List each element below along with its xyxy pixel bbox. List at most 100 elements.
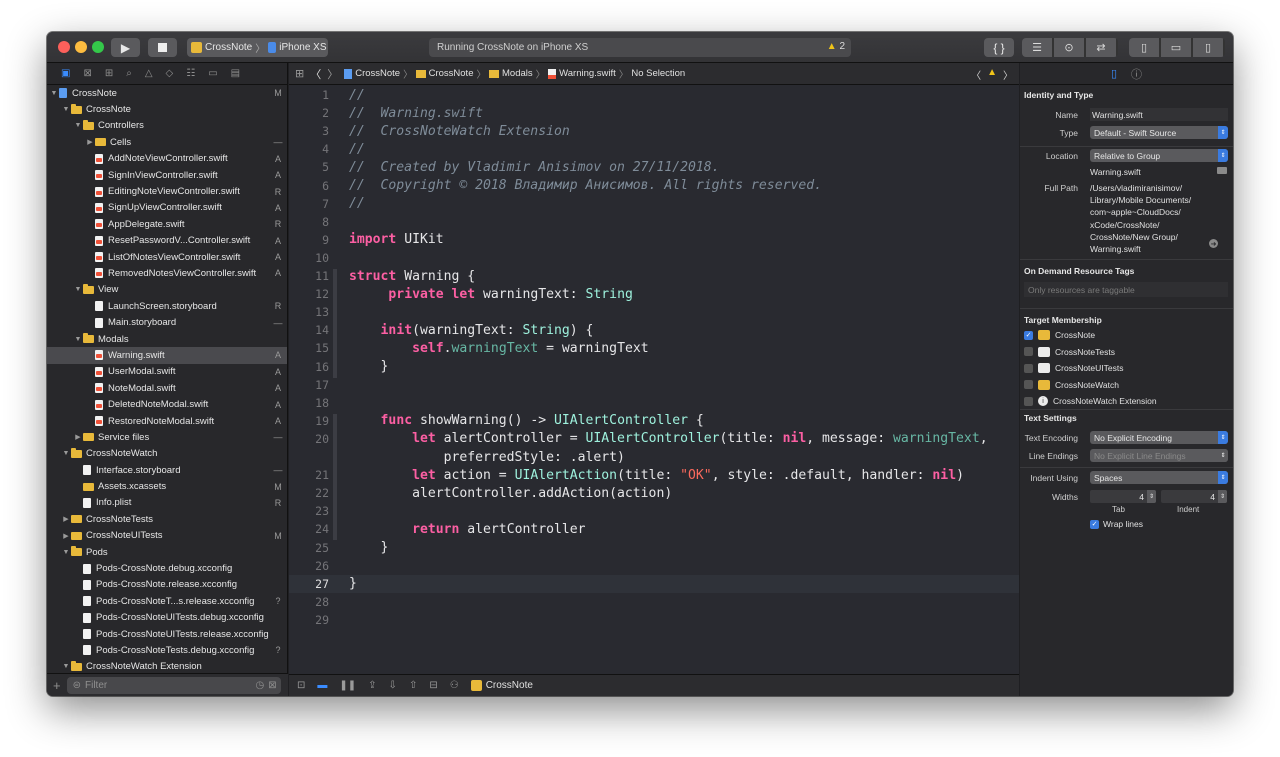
console-icon[interactable]: ⊡ — [297, 680, 305, 691]
code-line[interactable]: 26 — [289, 557, 1019, 575]
line-number[interactable]: 21 — [289, 468, 329, 482]
code-line[interactable]: 9 import UIKit — [289, 231, 1019, 249]
tree-file-row[interactable]: ListOfNotesViewController.swift A — [47, 249, 287, 265]
next-issue-icon[interactable]: 〉 — [1003, 67, 1013, 82]
stepper-icon[interactable]: ⇕ — [1147, 490, 1156, 503]
line-number[interactable]: 18 — [289, 396, 329, 410]
tree-folder-row[interactable]: ▼ View — [47, 282, 287, 298]
target-row[interactable]: i CrossNoteWatch Extension — [1024, 396, 1157, 406]
target-checkbox[interactable] — [1024, 363, 1033, 373]
tree-folder-row[interactable]: ▶ CrossNoteTests — [47, 511, 287, 527]
code-line[interactable]: 19 func showWarning() -> UIAlertControll… — [289, 412, 1019, 430]
library-button[interactable]: { } — [984, 38, 1014, 57]
code-line[interactable]: 7 // — [289, 195, 1019, 213]
code-line[interactable]: 12 private let warningText: String — [289, 285, 1019, 303]
disclosure-open-icon[interactable]: ▼ — [73, 122, 83, 129]
line-number[interactable]: 25 — [289, 541, 329, 555]
tree-file-row[interactable]: ResetPasswordV...Controller.swift A — [47, 233, 287, 249]
toggle-debug-area-button[interactable]: ▭ — [1161, 38, 1193, 57]
disclosure-open-icon[interactable]: ▼ — [61, 663, 71, 670]
line-number[interactable]: 16 — [289, 360, 329, 374]
toggle-navigator-button[interactable]: ▯ — [1129, 38, 1161, 57]
encoding-popup[interactable]: No Explicit Encoding ⇕ — [1090, 431, 1228, 444]
target-row[interactable]: ✓ CrossNote — [1024, 330, 1095, 340]
activity-status[interactable]: Running CrossNote on iPhone XS ▲ 2 — [429, 38, 851, 57]
warning-badge[interactable]: ▲ 2 — [827, 41, 845, 52]
forward-arrow-icon[interactable]: 〉 — [327, 66, 338, 82]
code-line[interactable]: 4 // — [289, 140, 1019, 158]
target-row[interactable]: CrossNoteUITests — [1024, 363, 1124, 373]
line-number[interactable]: 14 — [289, 323, 329, 337]
line-number[interactable]: 22 — [289, 486, 329, 500]
related-items-icon[interactable]: ⊞ — [295, 67, 304, 80]
disclosure-closed-icon[interactable]: ▶ — [85, 138, 95, 146]
odr-tags-field[interactable]: Only resources are taggable — [1024, 282, 1228, 297]
line-number[interactable]: 2 — [289, 106, 329, 120]
name-field[interactable]: Warning.swift — [1090, 108, 1228, 121]
code-fold-ribbon[interactable] — [333, 269, 337, 378]
line-number[interactable]: 11 — [289, 269, 329, 283]
scheme-selector[interactable]: CrossNote 〉 iPhone XS — [187, 38, 328, 57]
code-area[interactable]: 1 // 2 // Warning.swift 3 // CrossNoteWatch E… — [289, 85, 1019, 674]
report-icon[interactable]: ▤ — [231, 68, 240, 79]
folder-icon[interactable] — [1217, 167, 1227, 174]
tree-file-row[interactable]: NoteModal.swift A — [47, 380, 287, 396]
stepper-icon[interactable]: ⇕ — [1218, 490, 1227, 503]
code-line[interactable]: 17 — [289, 376, 1019, 394]
line-endings-popup[interactable]: No Explicit Line Endings ⇕ — [1090, 449, 1228, 462]
breadcrumb-modals[interactable]: Modals — [502, 68, 533, 79]
close-window-button[interactable] — [58, 41, 70, 53]
line-number[interactable]: 9 — [289, 233, 329, 247]
line-number[interactable]: 13 — [289, 305, 329, 319]
tree-file-row[interactable]: Main.storyboard — — [47, 314, 287, 330]
line-number[interactable]: 29 — [289, 613, 329, 627]
breakpoint-icon[interactable]: ▭ — [208, 68, 217, 79]
line-number[interactable]: 4 — [289, 142, 329, 156]
line-number[interactable]: 10 — [289, 251, 329, 265]
code-line[interactable]: 5 // Created by Vladimir Anisimov on 27/1… — [289, 158, 1019, 176]
tree-folder-row[interactable]: ▶ Service files — — [47, 429, 287, 445]
tree-file-row[interactable]: AddNoteViewController.swift A — [47, 151, 287, 167]
tab-width-field[interactable]: 4 ⇕ — [1090, 490, 1156, 503]
tree-file-row[interactable]: AppDelegate.swift R — [47, 216, 287, 232]
scm-filter-icon[interactable]: ⊠ — [268, 680, 276, 691]
target-checkbox[interactable]: ✓ — [1024, 330, 1033, 340]
view-debugger-icon[interactable]: ⊟ — [429, 680, 437, 691]
tree-folder-row[interactable]: ▶ Cells — — [47, 134, 287, 150]
symbol-icon[interactable]: ⊞ — [105, 68, 113, 79]
debug-icon[interactable]: ☷ — [186, 68, 195, 79]
code-line[interactable]: 6 // Copyright © 2018 Владимир Анисимов. … — [289, 177, 1019, 195]
stop-button[interactable] — [148, 38, 177, 57]
tree-folder-row[interactable]: ▼ Controllers — [47, 118, 287, 134]
issue-icon[interactable]: △ — [145, 68, 153, 79]
tree-folder-row[interactable]: ▼ Modals — [47, 331, 287, 347]
minimize-window-button[interactable] — [75, 41, 87, 53]
disclosure-closed-icon[interactable]: ▶ — [61, 515, 71, 523]
reveal-arrow-icon[interactable]: ➜ — [1209, 239, 1218, 248]
zoom-window-button[interactable] — [92, 41, 104, 53]
tree-file-row[interactable]: Pods-CrossNoteUITests.release.xcconfig — [47, 626, 287, 642]
tree-file-row[interactable]: Pods-CrossNoteUITests.debug.xcconfig — [47, 610, 287, 626]
target-checkbox[interactable] — [1024, 380, 1033, 389]
line-number[interactable]: 15 — [289, 341, 329, 355]
add-icon[interactable]: + — [53, 678, 61, 693]
tree-file-row[interactable]: RestoredNoteModal.swift A — [47, 413, 287, 429]
location-popup[interactable]: Relative to Group ⇕ — [1090, 149, 1228, 162]
code-line[interactable]: 22 alertController.addAction(action) — [289, 484, 1019, 502]
breadcrumb-selection[interactable]: No Selection — [631, 68, 685, 79]
code-line[interactable]: 16 } — [289, 358, 1019, 376]
disclosure-open-icon[interactable]: ▼ — [61, 106, 71, 113]
line-number[interactable]: 7 — [289, 197, 329, 211]
line-number[interactable]: 8 — [289, 215, 329, 229]
code-line[interactable]: 25 } — [289, 539, 1019, 557]
tree-file-row[interactable]: Interface.storyboard — — [47, 462, 287, 478]
wrap-lines-checkbox[interactable]: ✓ Wrap lines — [1090, 519, 1143, 529]
standard-editor-button[interactable]: ☰ — [1022, 38, 1054, 57]
target-checkbox[interactable] — [1024, 396, 1033, 406]
line-number[interactable]: 27 — [289, 577, 329, 591]
breadcrumb-group[interactable]: CrossNote — [429, 68, 474, 79]
line-number[interactable]: 6 — [289, 179, 329, 193]
line-number[interactable]: 20 — [289, 432, 329, 446]
code-line[interactable]: 28 — [289, 593, 1019, 611]
assistant-editor-button[interactable]: ⊙ — [1054, 38, 1086, 57]
